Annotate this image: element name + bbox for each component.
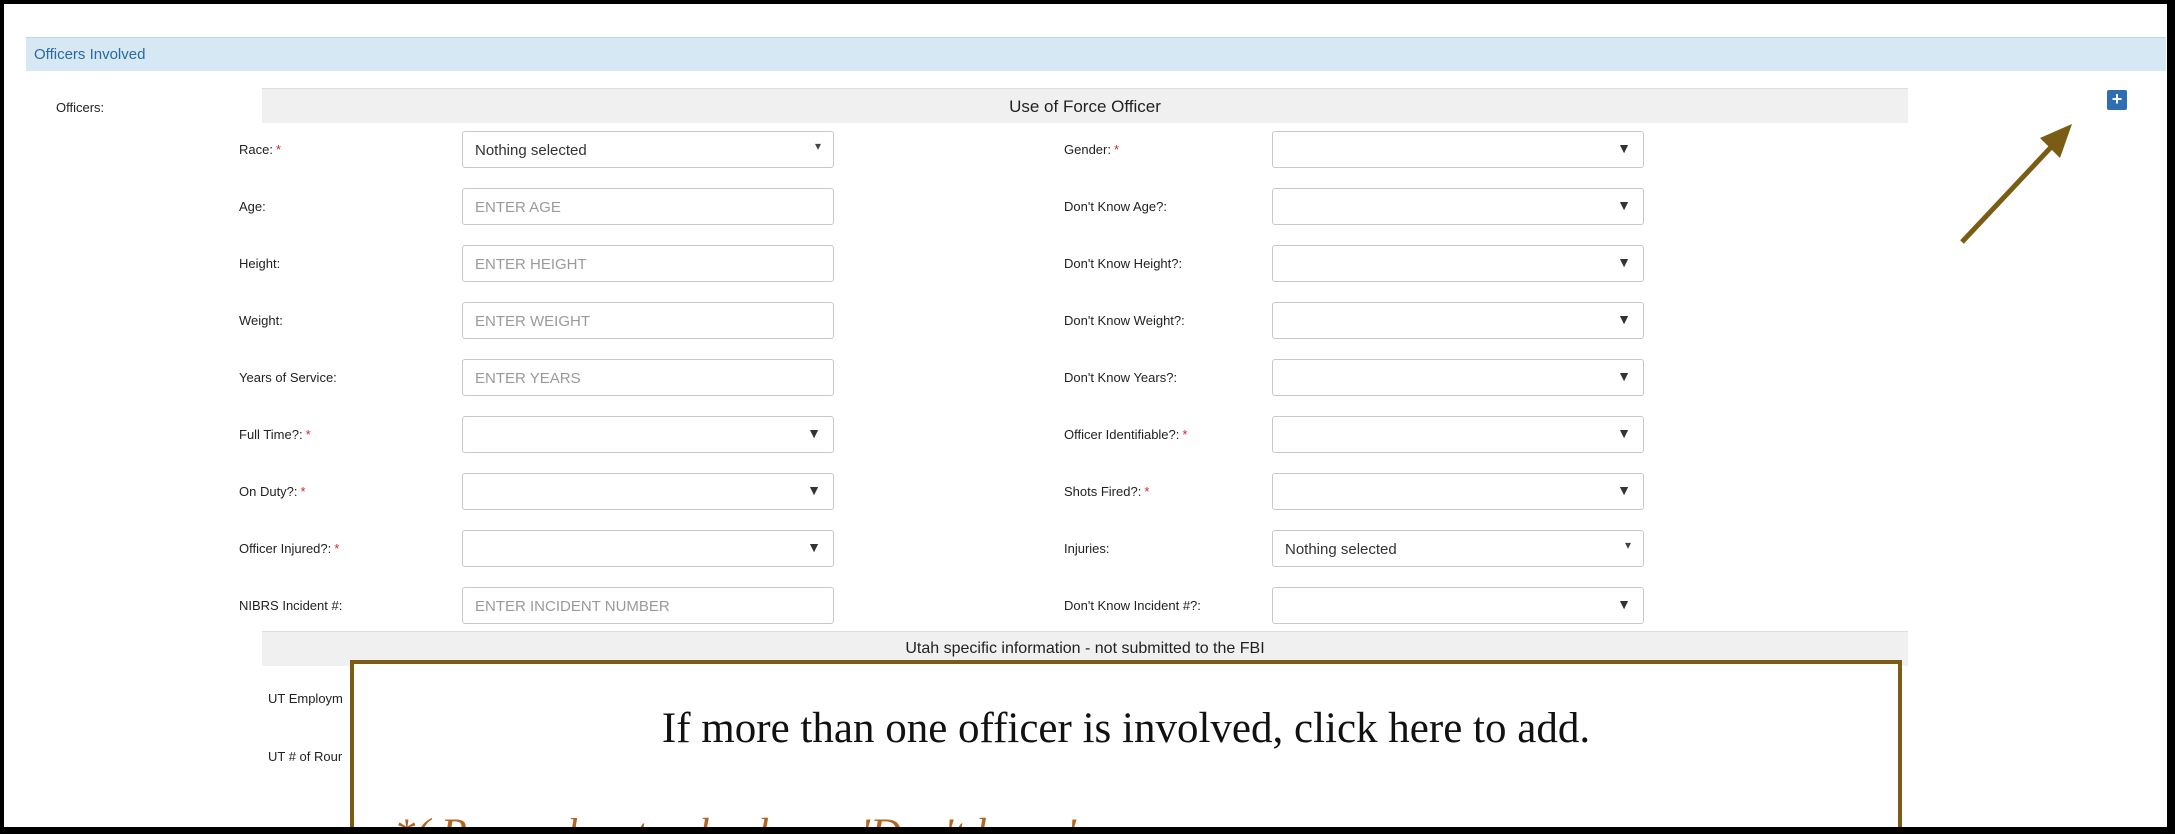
right-field-4-label-text: Don't Know Years?:: [1064, 370, 1178, 385]
left-field-7-label-text: Officer Injured?:: [239, 541, 332, 556]
right-field-5-label: Officer Identifiable?: *: [1064, 427, 1187, 442]
left-field-2-label: Height:: [239, 256, 280, 271]
right-field-5-select[interactable]: ▼: [1272, 416, 1644, 453]
dropdown-triangle-icon: ▼: [1617, 482, 1631, 498]
left-field-5-select[interactable]: ▼: [462, 416, 834, 453]
callout-note-text: *( Remember to check any 'Don't know' or: [394, 810, 1125, 827]
right-field-1-select[interactable]: ▼: [1272, 188, 1644, 225]
left-field-6-label: On Duty?: *: [239, 484, 306, 499]
utah-title: Utah specific information - not submitte…: [905, 640, 1265, 657]
left-field-3-label: Weight:: [239, 313, 283, 328]
left-field-8-value: ENTER INCIDENT NUMBER: [475, 598, 670, 615]
section-header[interactable]: Officers Involved: [26, 37, 2166, 71]
left-field-7-select[interactable]: ▼: [462, 530, 834, 567]
required-marker: *: [300, 484, 306, 499]
left-field-8-input[interactable]: ENTER INCIDENT NUMBER: [462, 587, 834, 624]
dropdown-triangle-icon: ▼: [1617, 197, 1631, 213]
arrow-icon: [1960, 124, 2072, 244]
dropdown-triangle-icon: ▼: [1617, 254, 1631, 270]
right-field-0-label-text: Gender:: [1064, 142, 1111, 157]
right-field-4-select[interactable]: ▼: [1272, 359, 1644, 396]
left-field-0-select[interactable]: Nothing selected ▾: [462, 131, 834, 168]
use-of-force-title: Use of Force Officer: [1009, 97, 1161, 116]
left-field-3-value: ENTER WEIGHT: [475, 313, 590, 330]
right-field-8-label: Don't Know Incident #?:: [1064, 598, 1201, 613]
officers-label: Officers:: [56, 100, 105, 115]
right-field-0-select[interactable]: ▼: [1272, 131, 1644, 168]
left-field-4-label-text: Years of Service:: [239, 370, 337, 385]
left-field-8-label: NIBRS Incident #:: [239, 598, 342, 613]
left-field-2-value: ENTER HEIGHT: [475, 256, 587, 273]
right-field-3-label: Don't Know Weight?:: [1064, 313, 1185, 328]
left-field-3-input[interactable]: ENTER WEIGHT: [462, 302, 834, 339]
callout-box: If more than one officer is involved, cl…: [350, 660, 1902, 827]
right-field-1-label-text: Don't Know Age?:: [1064, 199, 1167, 214]
right-field-6-label-text: Shots Fired?:: [1064, 484, 1142, 499]
caret-down-icon: ▾: [1624, 538, 1631, 552]
ut-employment-label: UT Employm: [268, 691, 343, 706]
left-field-1-value: ENTER AGE: [475, 199, 561, 216]
right-field-8-select[interactable]: ▼: [1272, 587, 1644, 624]
callout-main-text: If more than one officer is involved, cl…: [661, 705, 1591, 752]
left-field-6-label-text: On Duty?:: [239, 484, 298, 499]
use-of-force-header: Use of Force Officer: [262, 88, 1908, 123]
left-field-4-input[interactable]: ENTER YEARS: [462, 359, 834, 396]
left-field-4-label: Years of Service:: [239, 370, 337, 385]
right-field-7-label-text: Injuries:: [1064, 541, 1110, 556]
left-field-8-label-text: NIBRS Incident #:: [239, 598, 343, 613]
left-field-6-select[interactable]: ▼: [462, 473, 834, 510]
ut-rounds-label: UT # of Rour: [268, 749, 343, 764]
section-title: Officers Involved: [34, 46, 146, 63]
left-field-5-label: Full Time?: *: [239, 427, 311, 442]
left-field-4-value: ENTER YEARS: [475, 370, 581, 387]
plus-icon: +: [2111, 89, 2123, 109]
right-field-0-label: Gender: *: [1064, 142, 1119, 157]
caret-down-icon: ▾: [814, 139, 821, 153]
right-field-2-label-text: Don't Know Height?:: [1064, 256, 1183, 271]
right-field-2-select[interactable]: ▼: [1272, 245, 1644, 282]
required-marker: *: [275, 142, 282, 157]
dropdown-triangle-icon: ▼: [1617, 311, 1631, 327]
right-field-6-select[interactable]: ▼: [1272, 473, 1644, 510]
page-frame: Officers Involved Officers: Use of Force…: [4, 4, 2167, 827]
right-field-3-label-text: Don't Know Weight?:: [1064, 313, 1185, 328]
left-field-2-input[interactable]: ENTER HEIGHT: [462, 245, 834, 282]
right-field-1-label: Don't Know Age?:: [1064, 199, 1167, 214]
right-field-4-label: Don't Know Years?:: [1064, 370, 1177, 385]
dropdown-triangle-icon: ▼: [1617, 368, 1631, 384]
dropdown-triangle-icon: ▼: [1617, 596, 1631, 612]
right-field-6-label: Shots Fired?: *: [1064, 484, 1149, 499]
required-marker: *: [334, 541, 340, 556]
right-field-7-label: Injuries:: [1064, 541, 1110, 556]
left-field-0-label: Race: *: [239, 142, 281, 157]
left-field-3-label-text: Weight:: [239, 313, 283, 328]
dropdown-triangle-icon: ▼: [807, 425, 821, 441]
right-field-5-label-text: Officer Identifiable?:: [1064, 427, 1180, 442]
left-field-1-label: Age:: [239, 199, 266, 214]
left-field-1-label-text: Age:: [239, 199, 266, 214]
required-marker: *: [305, 427, 311, 442]
add-officer-button[interactable]: +: [2107, 90, 2127, 110]
right-field-7-select[interactable]: Nothing selected ▾: [1272, 530, 1644, 567]
dropdown-triangle-icon: ▼: [807, 482, 821, 498]
required-marker: *: [1113, 142, 1120, 157]
left-field-5-label-text: Full Time?:: [239, 427, 303, 442]
right-field-7-value: Nothing selected: [1285, 541, 1397, 558]
dropdown-triangle-icon: ▼: [1617, 425, 1631, 441]
left-field-1-input[interactable]: ENTER AGE: [462, 188, 834, 225]
left-field-0-value: Nothing selected: [475, 142, 587, 159]
right-field-3-select[interactable]: ▼: [1272, 302, 1644, 339]
right-field-8-label-text: Don't Know Incident #?:: [1064, 598, 1201, 613]
dropdown-triangle-icon: ▼: [1617, 140, 1631, 156]
left-field-2-label-text: Height:: [239, 256, 281, 271]
required-marker: *: [1144, 484, 1150, 499]
required-marker: *: [1182, 427, 1188, 442]
right-field-2-label: Don't Know Height?:: [1064, 256, 1182, 271]
left-field-0-label-text: Race:: [239, 142, 273, 157]
dropdown-triangle-icon: ▼: [807, 539, 821, 555]
left-field-7-label: Officer Injured?: *: [239, 541, 339, 556]
